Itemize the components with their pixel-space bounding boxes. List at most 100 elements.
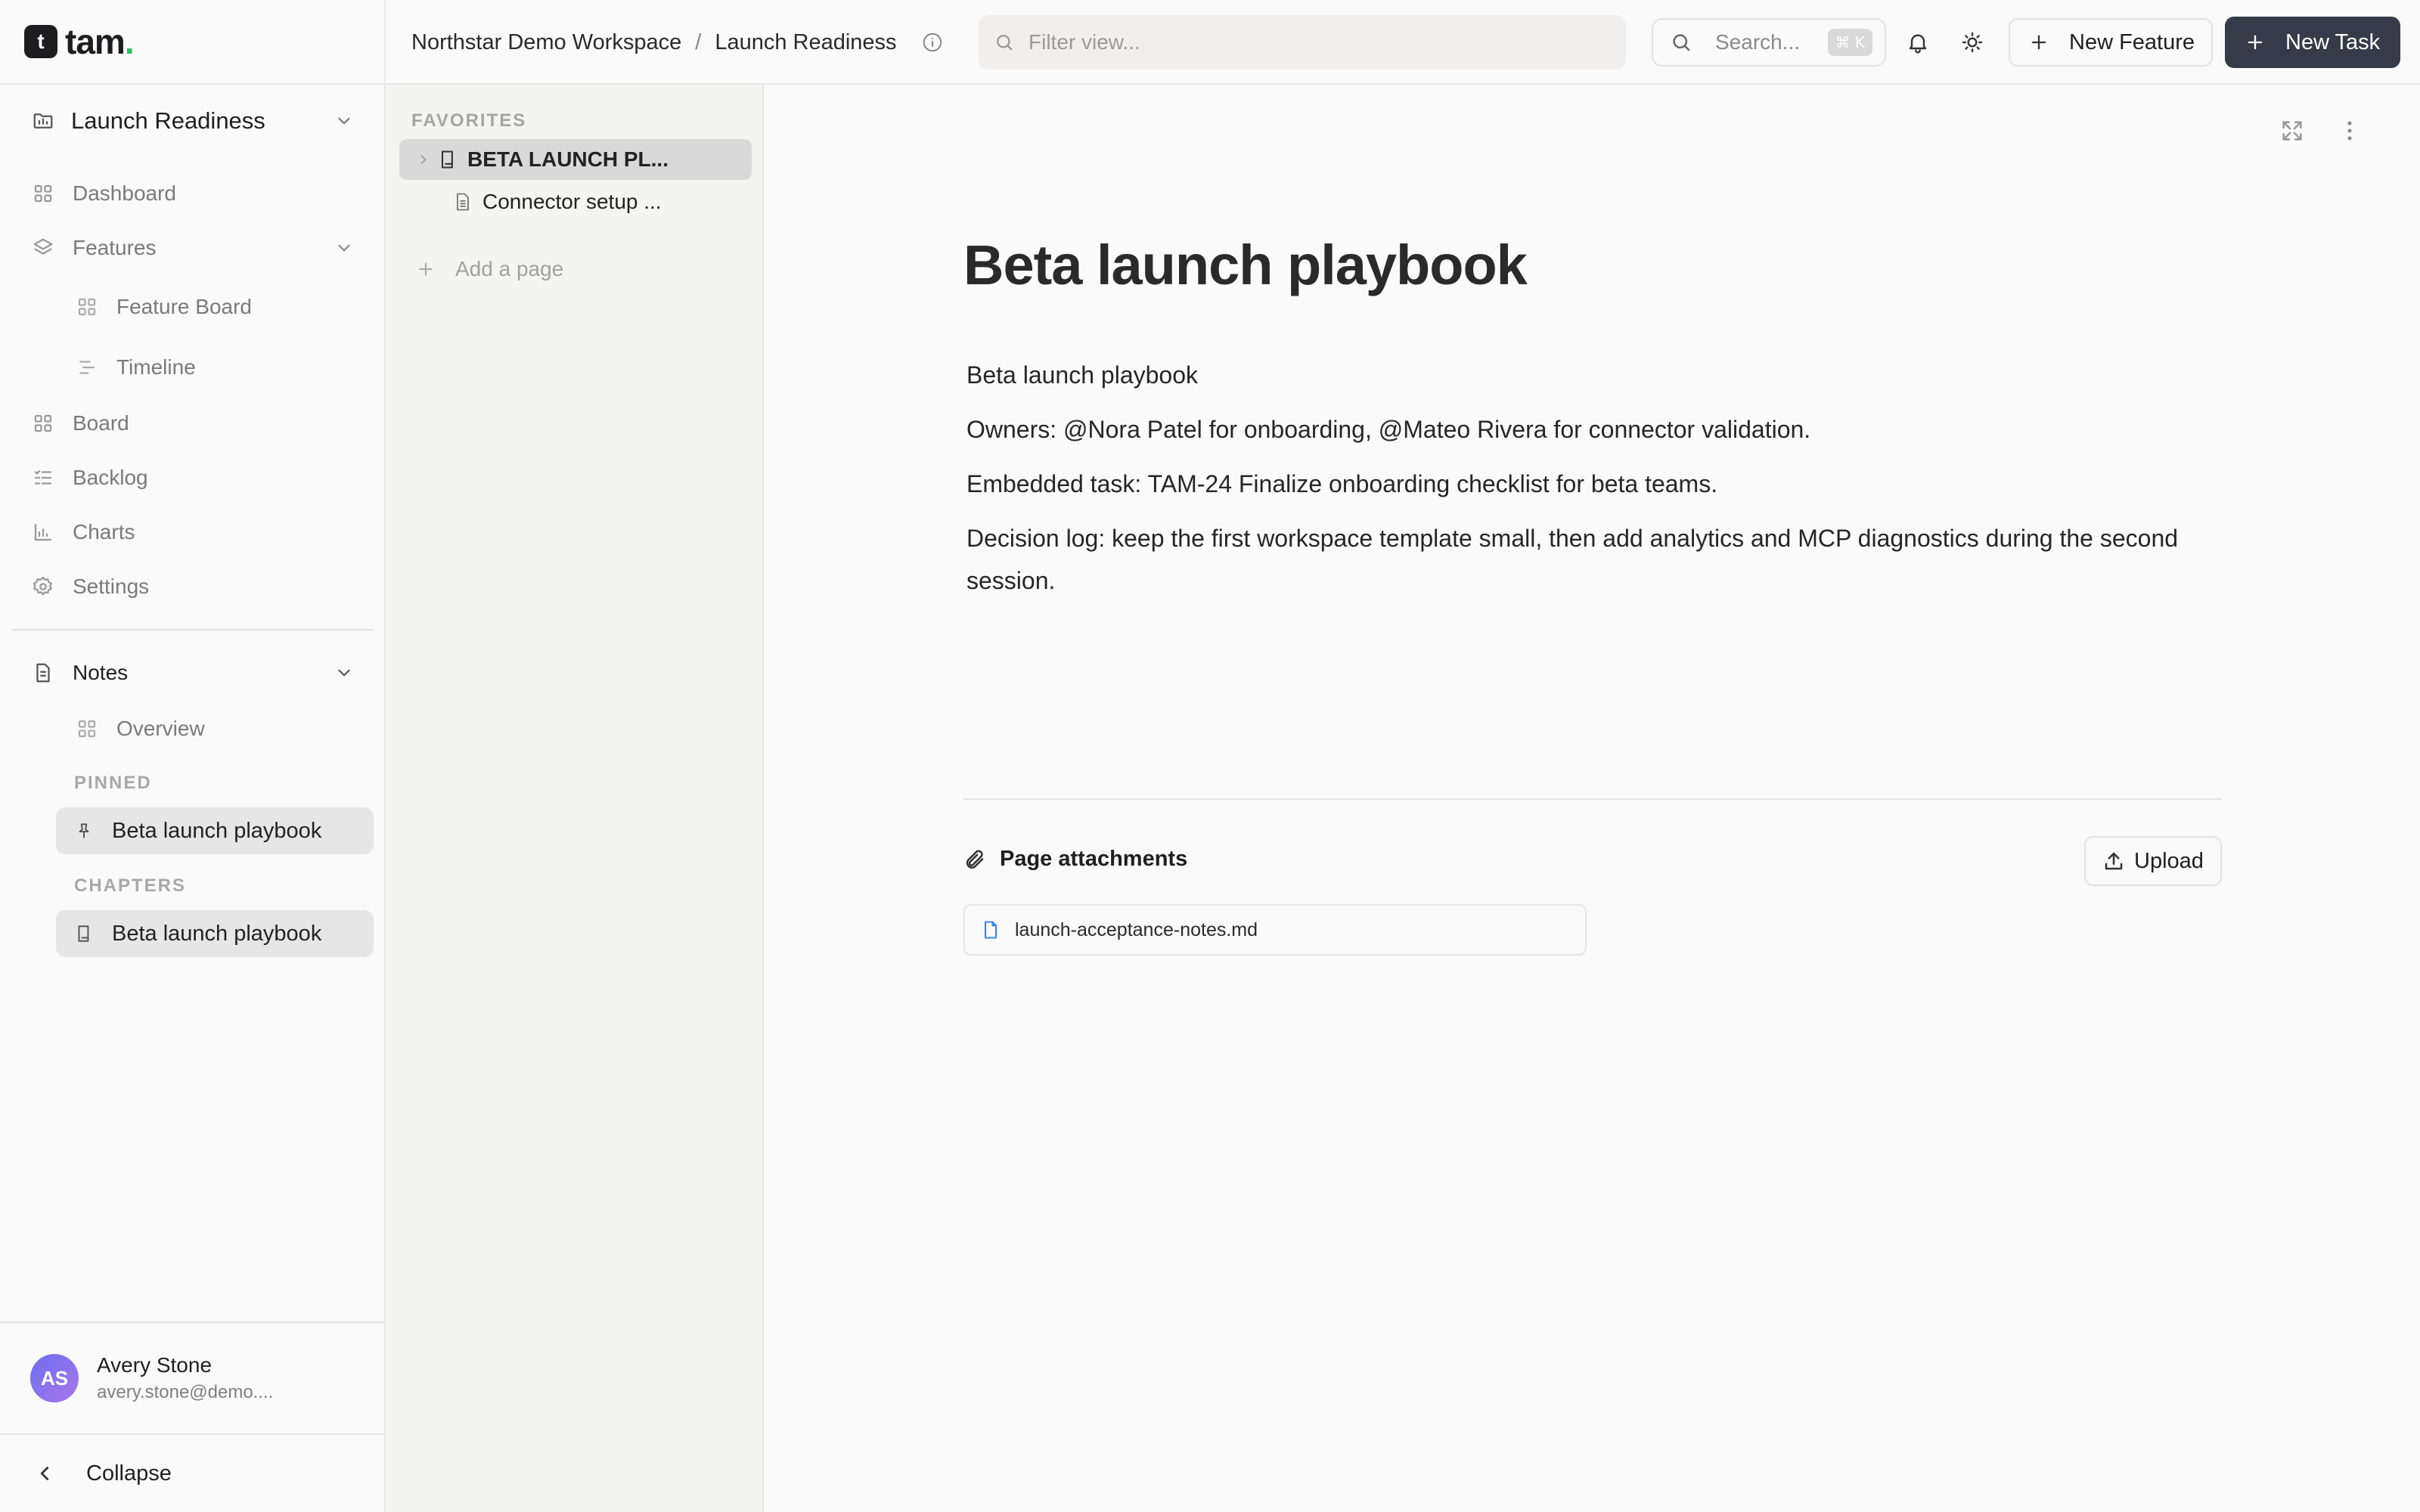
attachment-file-name: launch-acceptance-notes.md (1015, 919, 1258, 940)
chart-icon (32, 521, 54, 544)
user-email: avery.stone@demo.... (97, 1382, 274, 1402)
chevron-down-icon (334, 111, 354, 131)
sidebar-item-label: Dashboard (73, 181, 176, 205)
add-page-label: Add a page (455, 257, 564, 280)
sidebar-item-features[interactable]: Features (12, 224, 374, 272)
tree-item-label: Connector setup ... (482, 190, 662, 213)
attachments-title: Page attachments (1000, 847, 1188, 871)
attachment-file[interactable]: launch-acceptance-notes.md (963, 904, 1587, 956)
page-icon (452, 191, 473, 212)
breadcrumb-separator: / (695, 29, 702, 54)
gear-icon (32, 575, 54, 598)
list-check-icon (32, 466, 54, 489)
document-paragraph: Owners: @Nora Patel for onboarding, @Mat… (966, 416, 1811, 443)
search-icon (994, 32, 1015, 53)
add-page-button[interactable]: Add a page (416, 257, 563, 281)
chapter-item[interactable]: Beta launch playbook (56, 910, 374, 957)
avatar: AS (30, 1354, 79, 1402)
document-paragraph: Embedded task: TAM-24 Finalize onboardin… (966, 470, 1718, 497)
filter-view-input[interactable] (1028, 30, 1603, 54)
breadcrumb-workspace[interactable]: Northstar Demo Workspace (411, 30, 681, 55)
document-body[interactable]: Beta launch playbook Owners: @Nora Patel… (966, 354, 2237, 614)
book-icon (437, 149, 458, 170)
dashboard-icon (32, 182, 54, 205)
collapse-button[interactable]: Collapse (0, 1433, 386, 1512)
sidebar-item-overview[interactable]: Overview (56, 705, 374, 753)
sidebar: t tam. Launch Readiness Dashboard Featur… (0, 0, 386, 1512)
sidebar-item-board[interactable]: Board (12, 399, 374, 448)
upload-button[interactable]: Upload (2084, 836, 2222, 886)
layers-icon (32, 237, 54, 259)
timeline-icon (76, 356, 98, 379)
pinned-note-label: Beta launch playbook (112, 818, 322, 843)
new-task-button[interactable]: New Task (2225, 17, 2400, 68)
chevron-down-icon (334, 663, 354, 683)
sidebar-item-settings[interactable]: Settings (12, 562, 374, 611)
upload-label: Upload (2134, 848, 2204, 873)
sidebar-item-label: Timeline (116, 355, 196, 379)
chevron-down-icon (334, 238, 354, 258)
document-icon (32, 662, 54, 684)
search-shortcut: ⌘ K (1827, 29, 1872, 56)
chapter-label: Beta launch playbook (112, 921, 322, 946)
sidebar-item-timeline[interactable]: Timeline (56, 343, 374, 392)
book-icon (74, 924, 94, 943)
document-title[interactable]: Beta launch playbook (963, 233, 1528, 297)
filter-view-field[interactable] (979, 15, 1626, 70)
pinned-section-label: PINNED (74, 773, 152, 793)
chapters-section-label: CHAPTERS (74, 875, 187, 896)
new-task-label: New Task (2285, 29, 2381, 54)
tree-item-beta-launch[interactable]: BETA LAUNCH PL... (399, 139, 752, 180)
new-feature-label: New Feature (2069, 29, 2195, 54)
paperclip-icon (963, 848, 986, 871)
sidebar-item-feature-board[interactable]: Feature Board (56, 283, 374, 331)
search-icon (1670, 31, 1692, 54)
sidebar-item-backlog[interactable]: Backlog (12, 454, 374, 502)
breadcrumb-page[interactable]: Launch Readiness (715, 30, 896, 55)
sidebar-item-label: Board (73, 411, 129, 435)
sun-icon[interactable] (1956, 26, 1989, 59)
sidebar-item-dashboard[interactable]: Dashboard (12, 169, 374, 218)
overview-grid-icon (76, 717, 98, 740)
plus-icon (2028, 32, 2049, 53)
new-feature-button[interactable]: New Feature (2009, 18, 2213, 67)
pin-icon (74, 821, 94, 841)
attachments-divider (963, 798, 2222, 800)
sidebar-item-charts[interactable]: Charts (12, 508, 374, 556)
upload-icon (2102, 850, 2125, 872)
document-paragraph: Beta launch playbook (966, 361, 1198, 389)
sidebar-item-label: Feature Board (116, 295, 252, 318)
sidebar-item-label: Overview (116, 717, 205, 740)
sidebar-item-notes[interactable]: Notes (12, 649, 374, 697)
collapse-label: Collapse (86, 1461, 172, 1486)
search-button[interactable]: Search... ⌘ K (1652, 18, 1886, 67)
file-icon (980, 919, 1001, 940)
folder-icon (32, 110, 54, 132)
expand-icon[interactable] (2279, 118, 2305, 144)
sidebar-item-label: Backlog (73, 466, 148, 489)
info-icon[interactable] (921, 31, 944, 54)
project-switcher[interactable]: Launch Readiness (12, 94, 374, 148)
attachments-header: Page attachments (963, 847, 1187, 872)
pages-panel: FAVORITES BETA LAUNCH PL... Connector se… (386, 85, 764, 1512)
sidebar-item-label: Charts (73, 520, 135, 544)
board-icon (32, 412, 54, 435)
favorites-label: FAVORITES (411, 110, 527, 131)
tree-item-connector-setup[interactable]: Connector setup ... (399, 181, 752, 222)
pinned-note-item[interactable]: Beta launch playbook (56, 807, 374, 854)
project-name: Launch Readiness (71, 107, 265, 134)
more-vertical-icon[interactable] (2337, 118, 2363, 144)
logo[interactable]: t tam. (0, 0, 384, 85)
top-bar: Northstar Demo Workspace / Launch Readin… (386, 0, 2420, 85)
search-placeholder: Search... (1715, 30, 1801, 54)
breadcrumb: Northstar Demo Workspace / Launch Readin… (411, 0, 944, 85)
chevron-right-icon[interactable] (416, 152, 431, 167)
user-profile[interactable]: AS Avery Stone avery.stone@demo.... (0, 1321, 386, 1433)
plus-icon (2245, 32, 2266, 53)
board-grid-icon (76, 296, 98, 318)
user-name: Avery Stone (97, 1353, 213, 1377)
document-view: Beta launch playbook Beta launch playboo… (765, 85, 2420, 1512)
chevron-left-icon (33, 1462, 56, 1485)
bell-icon[interactable] (1901, 26, 1934, 59)
sidebar-item-label: Notes (73, 661, 129, 684)
